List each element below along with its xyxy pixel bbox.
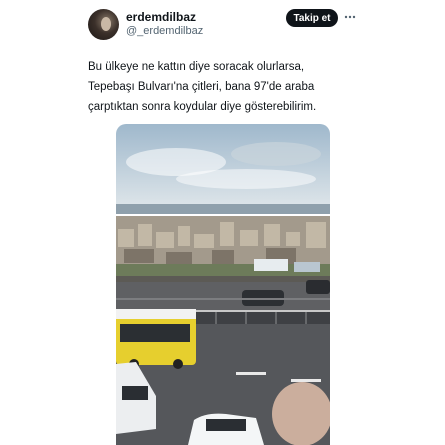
city-road-photo [116, 124, 330, 445]
tweet-card: erdemdilbaz @_erdemdilbaz Takip et Bu ül… [0, 0, 445, 445]
tweet-text: Bu ülkeye ne kattın diye soracak olurlar… [88, 57, 358, 117]
more-horizontal-icon[interactable] [343, 10, 357, 24]
tweet-text-line: Bu ülkeye ne kattın diye soracak olurlar… [88, 61, 305, 73]
tweet-photo[interactable] [116, 124, 330, 445]
tweet-text-line: Tepebaşı Bulvarı'na çitleri, bana 97'de … [88, 81, 315, 93]
display-name[interactable]: erdemdilbaz [126, 10, 196, 24]
user-handle[interactable]: @_erdemdilbaz [126, 25, 203, 37]
follow-button[interactable]: Takip et [286, 9, 338, 27]
tweet-text-line: çarptıktan sonra koydular diye gösterebi… [88, 101, 317, 113]
avatar[interactable] [88, 9, 119, 40]
